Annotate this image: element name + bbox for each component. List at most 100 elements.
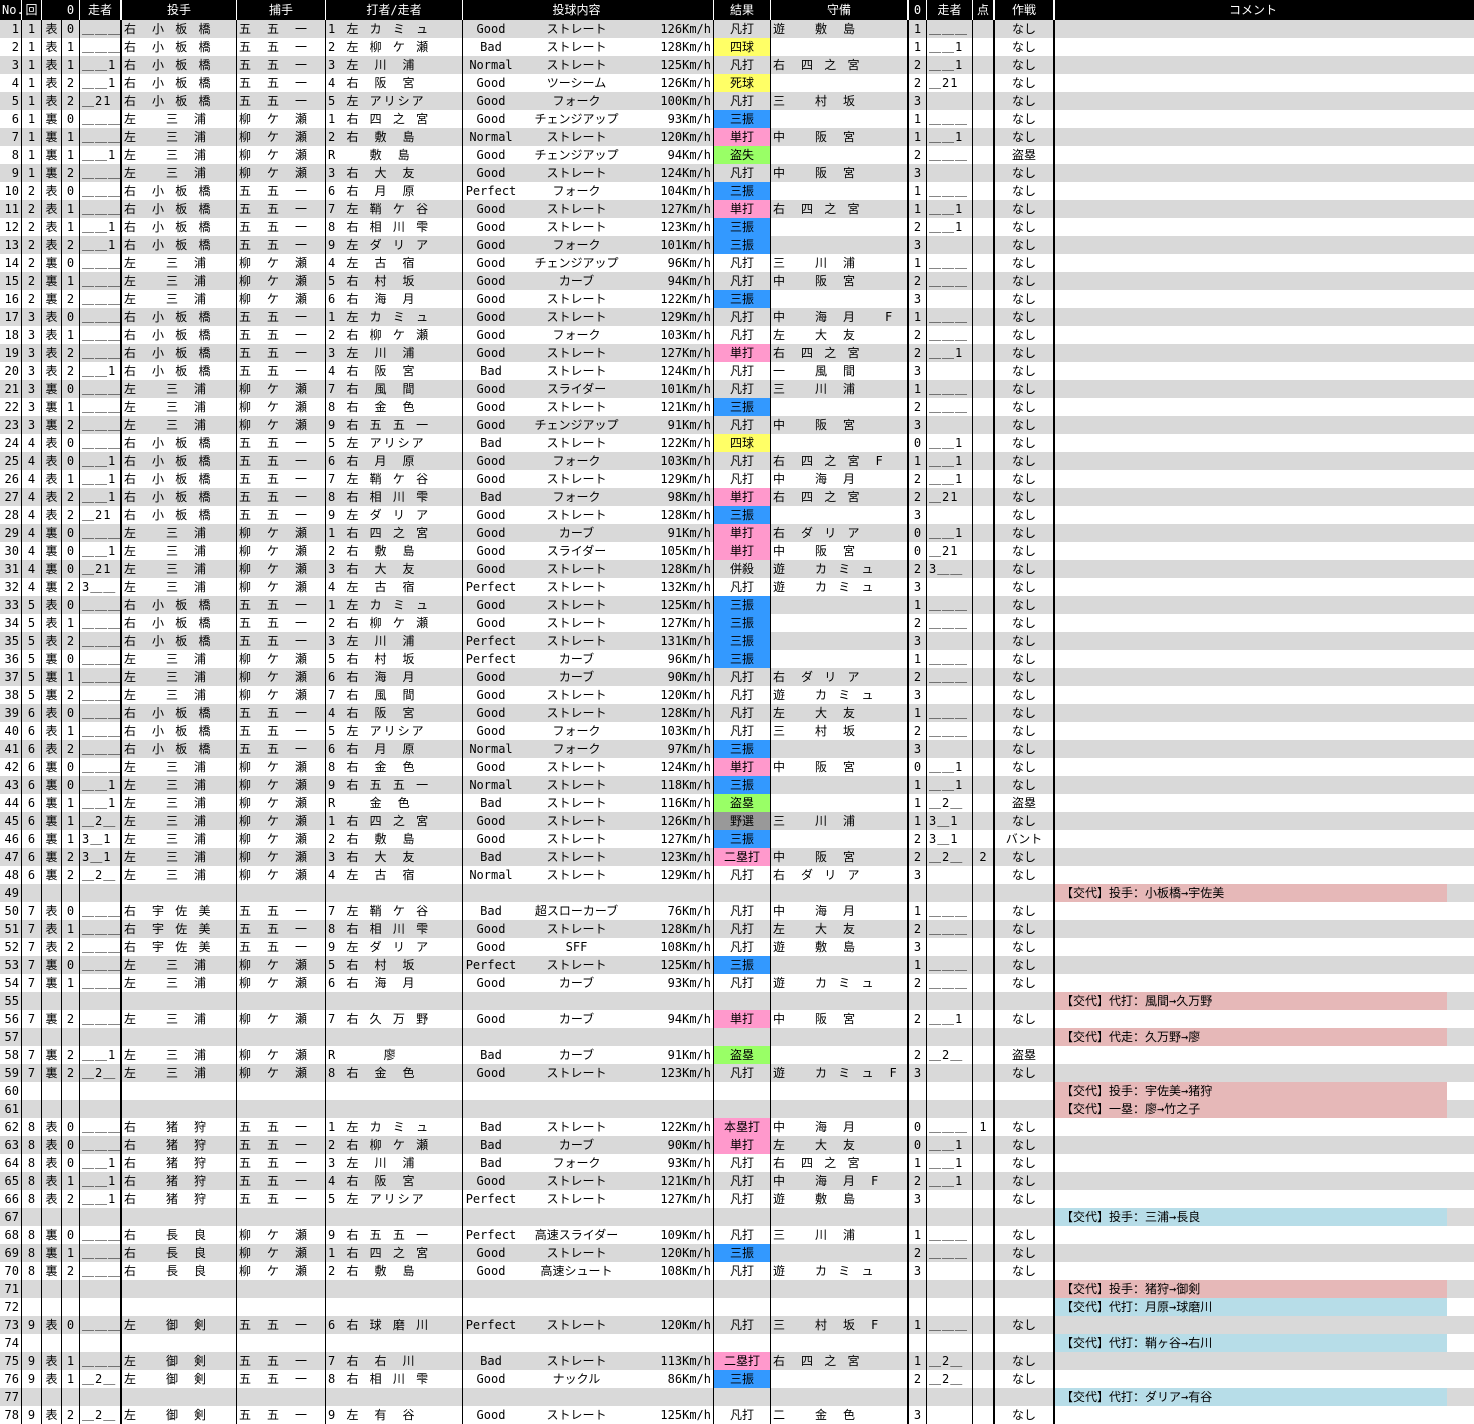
result-cell[interactable]: 凡打 (714, 668, 771, 686)
batter-cell[interactable]: 2 右 敷 島 (326, 542, 463, 560)
defense-cell[interactable] (771, 884, 909, 902)
defense-cell[interactable]: 遊 敷 島 (771, 938, 909, 956)
table-row[interactable]: 34 5 表 1 ＿＿＿ 右 小 板 橋五 五 一2 右 柳 ケ 瀬 Good ストレート 12… (0, 614, 1474, 632)
pitch-speed-cell[interactable] (634, 1280, 714, 1298)
defense-cell[interactable]: 中 海 月 (771, 1118, 909, 1136)
comment-cell[interactable] (1055, 974, 1447, 992)
row-number[interactable]: 5 (0, 92, 22, 110)
defense-cell[interactable]: 三 川 浦 (771, 254, 909, 272)
outs-cell[interactable]: 1 (62, 974, 80, 992)
half-inning-cell[interactable]: 表 (42, 1316, 62, 1334)
pitch-speed-cell[interactable]: 127Km/h (634, 344, 714, 362)
inning-cell[interactable]: 4 (22, 560, 42, 578)
pitch-quality-cell[interactable]: Normal (463, 740, 519, 758)
tactic-cell[interactable]: なし (995, 362, 1055, 380)
points-cell[interactable] (973, 1334, 995, 1352)
pitcher-cell[interactable]: 左 三 浦 (122, 398, 237, 416)
runners-after-cell[interactable]: 3＿1 (927, 812, 973, 830)
tactic-cell[interactable]: なし (995, 704, 1055, 722)
comment-cell[interactable] (1055, 470, 1447, 488)
defense-cell[interactable] (771, 632, 909, 650)
runners-cell[interactable]: ＿＿＿ (80, 1316, 122, 1334)
inning-cell[interactable]: 3 (22, 416, 42, 434)
runners-cell[interactable] (80, 1388, 122, 1406)
outs-after-cell[interactable]: 3 (909, 236, 927, 254)
points-cell[interactable] (973, 182, 995, 200)
points-cell[interactable]: 2 (973, 848, 995, 866)
tactic-cell[interactable] (995, 992, 1055, 1010)
result-cell[interactable]: 盗失 (714, 146, 771, 164)
result-cell[interactable] (714, 1100, 771, 1118)
batter-cell[interactable]: 6 右 月 原 (326, 182, 463, 200)
pitch-speed-cell[interactable]: 93Km/h (634, 974, 714, 992)
outs-after-cell[interactable] (909, 1298, 927, 1316)
half-inning-cell[interactable] (42, 1100, 62, 1118)
pitch-quality-cell[interactable]: Good (463, 938, 519, 956)
pitch-type-cell[interactable]: ストレート (519, 506, 634, 524)
runners-after-cell[interactable]: ＿＿＿ (927, 20, 973, 38)
row-number[interactable]: 28 (0, 506, 22, 524)
comment-cell[interactable] (1055, 326, 1447, 344)
tactic-cell[interactable]: 盗塁 (995, 1046, 1055, 1064)
result-cell[interactable]: 三振 (714, 290, 771, 308)
runners-cell[interactable]: ＿＿＿ (80, 434, 122, 452)
defense-cell[interactable] (771, 1334, 909, 1352)
pitcher-cell[interactable]: 右 小 板 橋 (122, 182, 237, 200)
pitcher-cell[interactable]: 右 小 板 橋 (122, 200, 237, 218)
tactic-cell[interactable] (995, 1334, 1055, 1352)
defense-cell[interactable]: 遊 カ ミ ュ (771, 1262, 909, 1280)
outs-after-cell[interactable]: 3 (909, 866, 927, 884)
runners-cell[interactable]: ＿＿＿ (80, 398, 122, 416)
result-cell[interactable]: 単打 (714, 344, 771, 362)
row-number[interactable]: 44 (0, 794, 22, 812)
runners-cell[interactable]: 3＿＿ (80, 578, 122, 596)
defense-cell[interactable]: 左 大 友 (771, 920, 909, 938)
batter-cell[interactable]: 8 右 金 色 (326, 398, 463, 416)
pitch-type-cell[interactable]: ストレート (519, 434, 634, 452)
runners-cell[interactable]: ＿＿＿ (80, 326, 122, 344)
runners-after-cell[interactable]: ＿＿＿ (927, 902, 973, 920)
row-number[interactable]: 47 (0, 848, 22, 866)
batter-cell[interactable]: 1 右 四 之 宮 (326, 524, 463, 542)
batter-cell[interactable]: R 敷 島 (326, 146, 463, 164)
defense-cell[interactable] (771, 740, 909, 758)
points-cell[interactable] (973, 1208, 995, 1226)
inning-cell[interactable]: 1 (22, 128, 42, 146)
runners-after-cell[interactable] (927, 740, 973, 758)
table-row[interactable]: 24 4 表 0 ＿＿＿ 右 小 板 橋五 五 一5 左 アリシア Bad ストレート 122K… (0, 434, 1474, 452)
catcher-cell[interactable]: 柳 ケ 瀬 (237, 776, 326, 794)
pitcher-cell[interactable]: 右 宇 佐 美 (122, 920, 237, 938)
points-cell[interactable] (973, 668, 995, 686)
outs-after-cell[interactable]: 2 (909, 1172, 927, 1190)
half-inning-cell[interactable]: 表 (42, 632, 62, 650)
catcher-cell[interactable]: 柳 ケ 瀬 (237, 128, 326, 146)
points-cell[interactable] (973, 1370, 995, 1388)
runners-cell[interactable]: ＿＿＿ (80, 722, 122, 740)
catcher-cell[interactable]: 五 五 一 (237, 38, 326, 56)
batter-cell[interactable] (326, 1208, 463, 1226)
pitch-speed-cell[interactable]: 120Km/h (634, 128, 714, 146)
pitcher-cell[interactable]: 右 長 良 (122, 1244, 237, 1262)
comment-cell[interactable] (1055, 272, 1447, 290)
half-inning-cell[interactable] (42, 1334, 62, 1352)
batter-cell[interactable]: 3 右 大 友 (326, 164, 463, 182)
batter-cell[interactable]: 1 右 四 之 宮 (326, 110, 463, 128)
catcher-cell[interactable]: 柳 ケ 瀬 (237, 812, 326, 830)
runners-after-cell[interactable]: ＿＿＿ (927, 326, 973, 344)
points-cell[interactable] (973, 938, 995, 956)
points-cell[interactable] (973, 866, 995, 884)
tactic-cell[interactable]: なし (995, 506, 1055, 524)
outs-after-cell[interactable]: 2 (909, 920, 927, 938)
defense-cell[interactable] (771, 1388, 909, 1406)
inning-cell[interactable] (22, 992, 42, 1010)
batter-cell[interactable]: 7 右 風 間 (326, 380, 463, 398)
pitch-type-cell[interactable] (519, 1100, 634, 1118)
runners-cell[interactable]: ＿21 (80, 506, 122, 524)
half-inning-cell[interactable]: 表 (42, 740, 62, 758)
pitcher-cell[interactable] (122, 1388, 237, 1406)
tactic-cell[interactable]: なし (995, 488, 1055, 506)
result-cell[interactable]: 凡打 (714, 902, 771, 920)
row-number[interactable]: 52 (0, 938, 22, 956)
result-cell[interactable]: 凡打 (714, 938, 771, 956)
pitch-type-cell[interactable] (519, 1388, 634, 1406)
